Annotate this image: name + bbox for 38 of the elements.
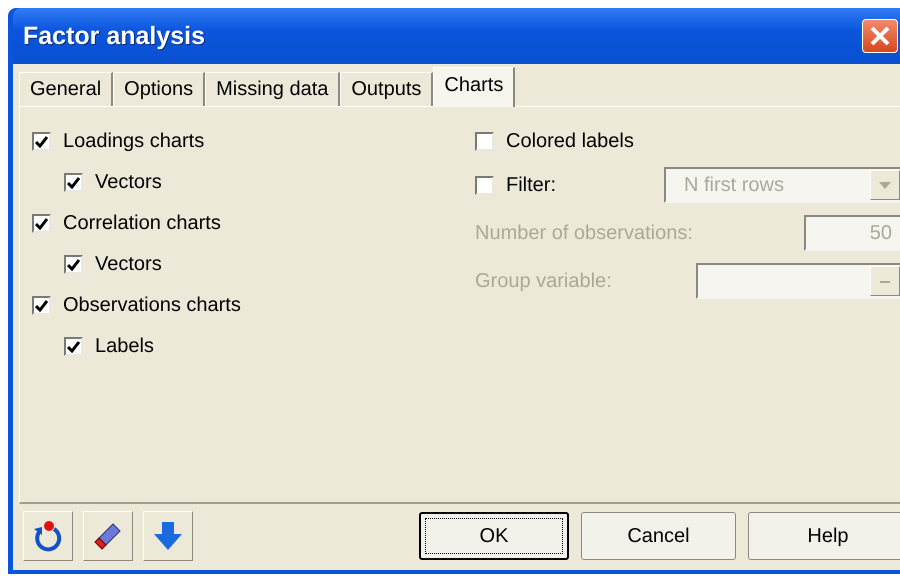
down-arrow-icon [152, 520, 184, 552]
checkbox[interactable] [475, 132, 494, 150]
checkbox[interactable] [64, 173, 83, 192]
tab[interactable]: Options [113, 72, 206, 106]
option-label: Vectors [95, 171, 162, 194]
dropdown-arrow-icon [879, 182, 891, 188]
dialog-button[interactable]: Help [748, 512, 900, 560]
reset-button[interactable] [23, 511, 73, 561]
dialog-button[interactable]: OK [419, 512, 569, 560]
option-label: Labels [95, 335, 154, 358]
checkbox[interactable] [64, 255, 83, 274]
option-label: Loadings charts [63, 130, 204, 153]
browse-icon [880, 280, 890, 282]
close-button[interactable] [862, 19, 898, 53]
checkbox[interactable] [32, 296, 51, 315]
checkbox[interactable] [32, 132, 51, 151]
group-variable-field[interactable] [696, 263, 900, 299]
checkbox[interactable] [475, 176, 494, 194]
option-label: Colored labels [506, 130, 634, 152]
tab[interactable]: Outputs [340, 72, 434, 106]
checkbox[interactable] [64, 337, 83, 356]
window-title: Factor analysis [23, 22, 206, 50]
tab[interactable]: Missing data [205, 72, 340, 106]
eraser-button[interactable] [83, 511, 133, 561]
checkbox[interactable] [32, 214, 51, 233]
field-label: Number of observations: [475, 222, 693, 244]
option-label: Observations charts [63, 294, 241, 317]
option-label: Filter: [506, 174, 556, 196]
down-arrow-button[interactable] [143, 511, 193, 561]
field-label: Group variable: [475, 270, 612, 292]
dialog-button[interactable]: Cancel [581, 512, 736, 560]
tab[interactable]: General [19, 72, 114, 106]
close-icon [869, 25, 891, 47]
option-label: Correlation charts [63, 212, 221, 235]
option-label: Vectors [95, 253, 162, 276]
eraser-icon [93, 521, 123, 551]
tab[interactable]: Charts [433, 67, 516, 107]
circular-arrow-icon [32, 519, 64, 553]
